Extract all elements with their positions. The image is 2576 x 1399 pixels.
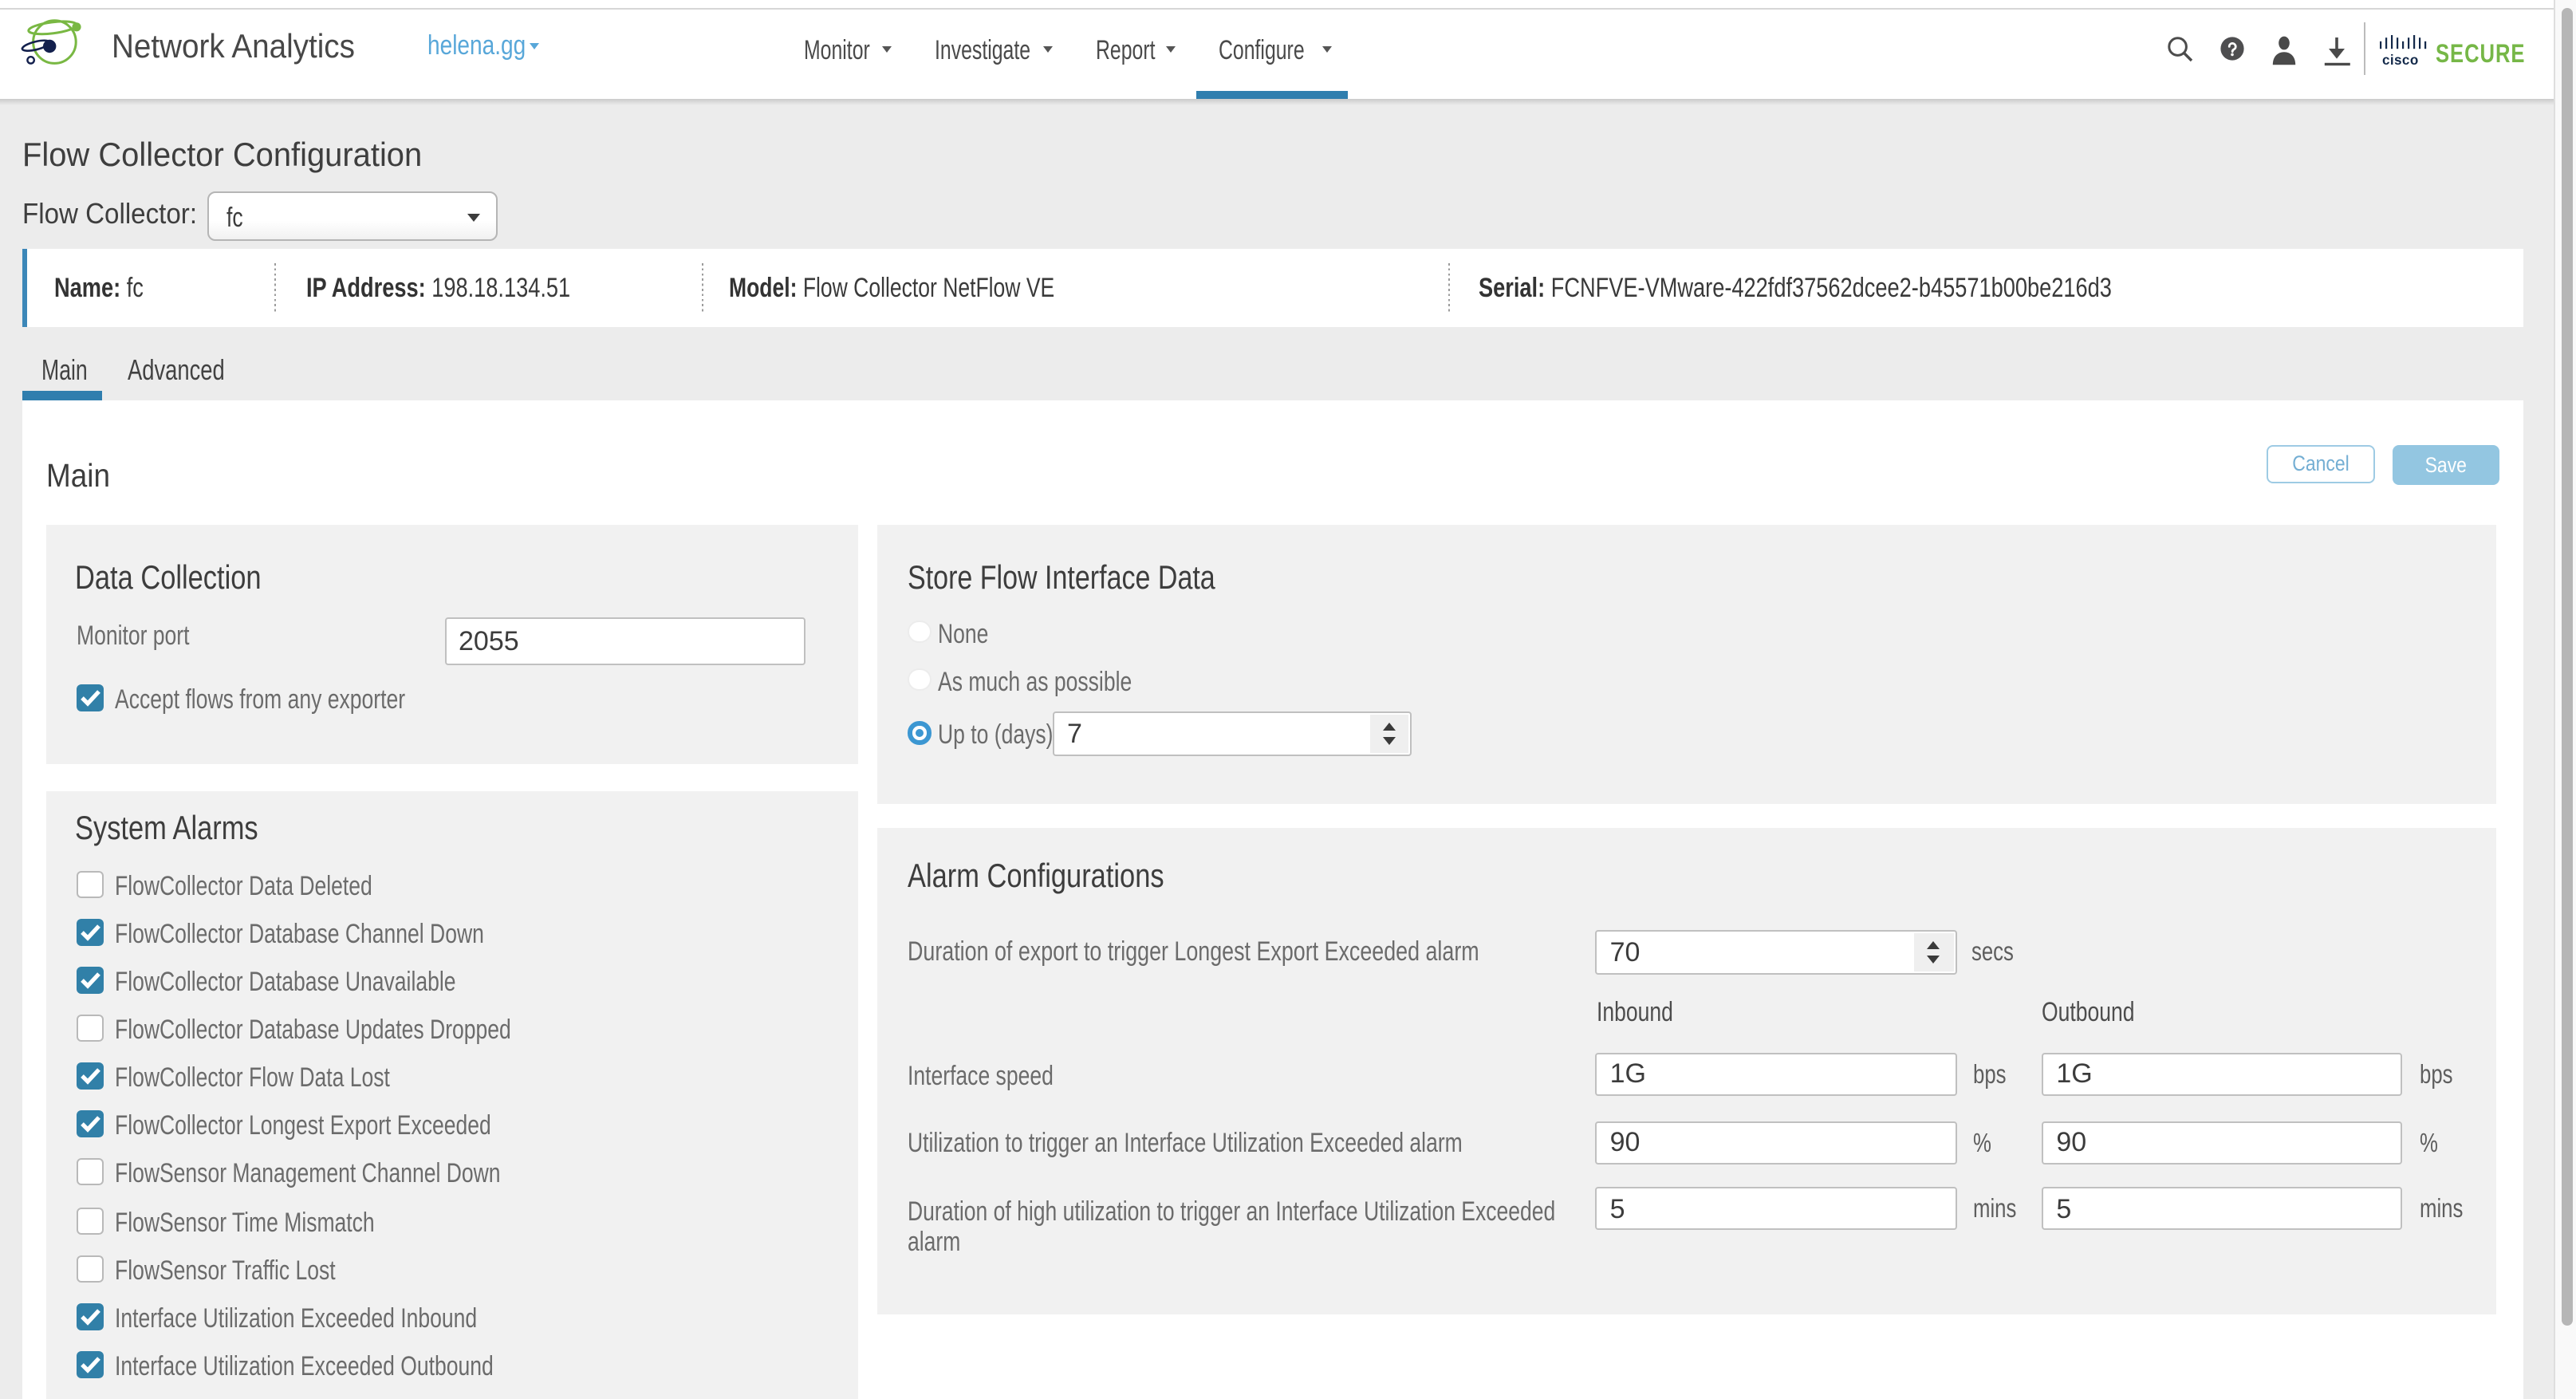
svg-text:cisco: cisco <box>2381 51 2418 66</box>
